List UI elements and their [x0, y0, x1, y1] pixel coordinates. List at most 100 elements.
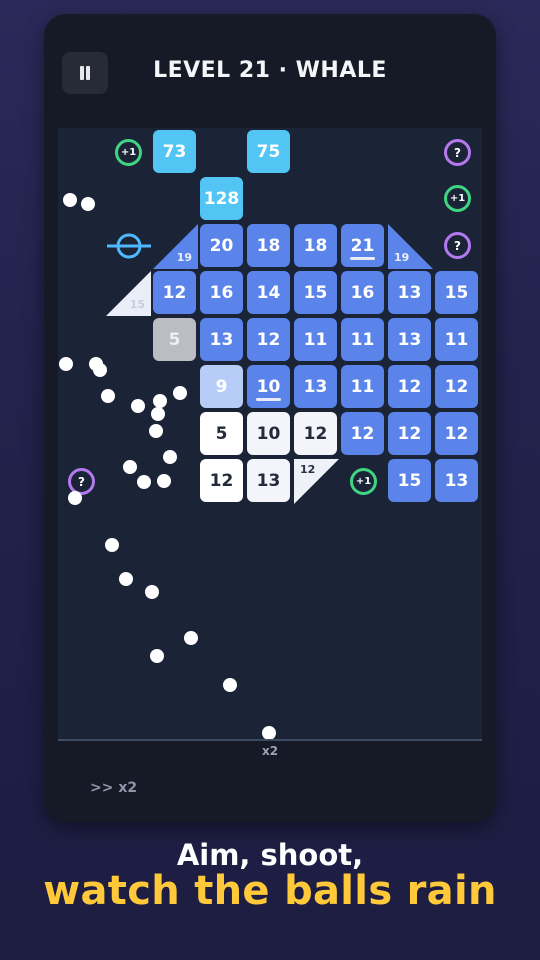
- mystery-pickup: ?: [444, 232, 471, 259]
- ball: [145, 585, 159, 599]
- brick-value: 16: [350, 282, 375, 303]
- level-title: LEVEL 21 · WHALE: [153, 58, 387, 83]
- laser-ring-icon: [106, 230, 152, 262]
- ball: [157, 474, 171, 488]
- ball: [184, 631, 198, 645]
- plus-one-pickup: +1: [350, 468, 377, 495]
- game-board[interactable]: 73 75 128 20 18 18 21 12 16 14 15 16 13 15 5 13 12 11 11 13…: [58, 128, 482, 740]
- brick: 5: [200, 412, 243, 455]
- plus-one-pickup: +1: [115, 139, 142, 166]
- brick-value: 21: [350, 235, 375, 256]
- triangle-brick: 19: [388, 224, 433, 269]
- ball: [173, 386, 187, 400]
- brick-underline: [350, 257, 375, 260]
- brick-value: 10: [256, 376, 281, 397]
- brick: 73: [153, 130, 196, 173]
- brick-value: 13: [303, 376, 328, 397]
- brick: 13: [200, 318, 243, 361]
- brick: 12: [435, 365, 478, 408]
- brick-value: 128: [203, 188, 240, 209]
- brick-value: 73: [162, 141, 187, 162]
- brick-value: 5: [168, 329, 181, 350]
- caption-line-2: watch the balls rain: [43, 868, 497, 914]
- brick-value: 12: [444, 376, 469, 397]
- ball: [81, 197, 95, 211]
- brick: 13: [247, 459, 290, 502]
- brick: 11: [435, 318, 478, 361]
- mystery-pickup: ?: [444, 139, 471, 166]
- ball: [131, 399, 145, 413]
- brick-value: 12: [162, 282, 187, 303]
- brick: 128: [200, 177, 243, 220]
- brick: 11: [341, 318, 384, 361]
- ball: [150, 649, 164, 663]
- brick: 13: [388, 318, 431, 361]
- brick: 12: [153, 271, 196, 314]
- brick-value: 10: [256, 423, 281, 444]
- brick-value: 15: [303, 282, 328, 303]
- brick-value: 18: [256, 235, 281, 256]
- ball: [163, 450, 177, 464]
- ball: [153, 394, 167, 408]
- brick-value: 16: [209, 282, 234, 303]
- brick: 12: [247, 318, 290, 361]
- ball: [149, 424, 163, 438]
- brick: 15: [388, 459, 431, 502]
- brick: 15: [294, 271, 337, 314]
- caption-line-1: Aim, shoot,: [176, 838, 364, 872]
- triangle-value: 12: [300, 463, 316, 476]
- brick: 12: [200, 459, 243, 502]
- brick-value: 12: [350, 423, 375, 444]
- brick-value: 13: [256, 470, 281, 491]
- ball: [68, 491, 82, 505]
- brick: 12: [435, 412, 478, 455]
- ball: [262, 726, 276, 740]
- brick: 16: [200, 271, 243, 314]
- brick-value: 15: [397, 470, 422, 491]
- brick-value: 20: [209, 235, 234, 256]
- ball: [105, 538, 119, 552]
- game-panel: LEVEL 21 · WHALE 73 75 128 20 18 18 21 12 16 14 15…: [44, 14, 496, 822]
- brick-value: 12: [444, 423, 469, 444]
- brick-value: 11: [444, 329, 469, 350]
- brick: 18: [247, 224, 290, 267]
- brick: 5: [153, 318, 196, 361]
- brick-underline: [256, 398, 281, 401]
- triangle-brick: 12: [294, 459, 339, 504]
- brick-value: 15: [444, 282, 469, 303]
- brick-value: 14: [256, 282, 281, 303]
- brick-value: 13: [209, 329, 234, 350]
- triangle-brick: 15: [106, 271, 151, 316]
- brick: 12: [388, 365, 431, 408]
- ball: [151, 407, 165, 421]
- brick-value: 9: [215, 376, 228, 397]
- brick: 13: [388, 271, 431, 314]
- brick-value: 13: [397, 329, 422, 350]
- brick: 14: [247, 271, 290, 314]
- triangle-brick: 19: [153, 224, 198, 269]
- brick: 10: [247, 365, 290, 408]
- floor-line: [58, 739, 482, 741]
- triangle-value: 19: [394, 251, 410, 264]
- ball: [137, 475, 151, 489]
- brick-value: 12: [256, 329, 281, 350]
- brick: 15: [435, 271, 478, 314]
- brick: 11: [294, 318, 337, 361]
- triangle-value: 19: [176, 251, 192, 264]
- ball: [59, 357, 73, 371]
- ball: [223, 678, 237, 692]
- brick: 75: [247, 130, 290, 173]
- brick-value: 11: [350, 376, 375, 397]
- ball: [93, 363, 107, 377]
- brick-value: 11: [303, 329, 328, 350]
- ball: [101, 389, 115, 403]
- brick-value: 12: [303, 423, 328, 444]
- brick-value: 12: [397, 423, 422, 444]
- brick-value: 12: [209, 470, 234, 491]
- brick: 11: [341, 365, 384, 408]
- brick: 18: [294, 224, 337, 267]
- ball-multiplier: x2: [261, 744, 279, 758]
- brick-value: 75: [256, 141, 281, 162]
- speed-toggle[interactable]: >> x2: [90, 780, 137, 796]
- brick: 13: [435, 459, 478, 502]
